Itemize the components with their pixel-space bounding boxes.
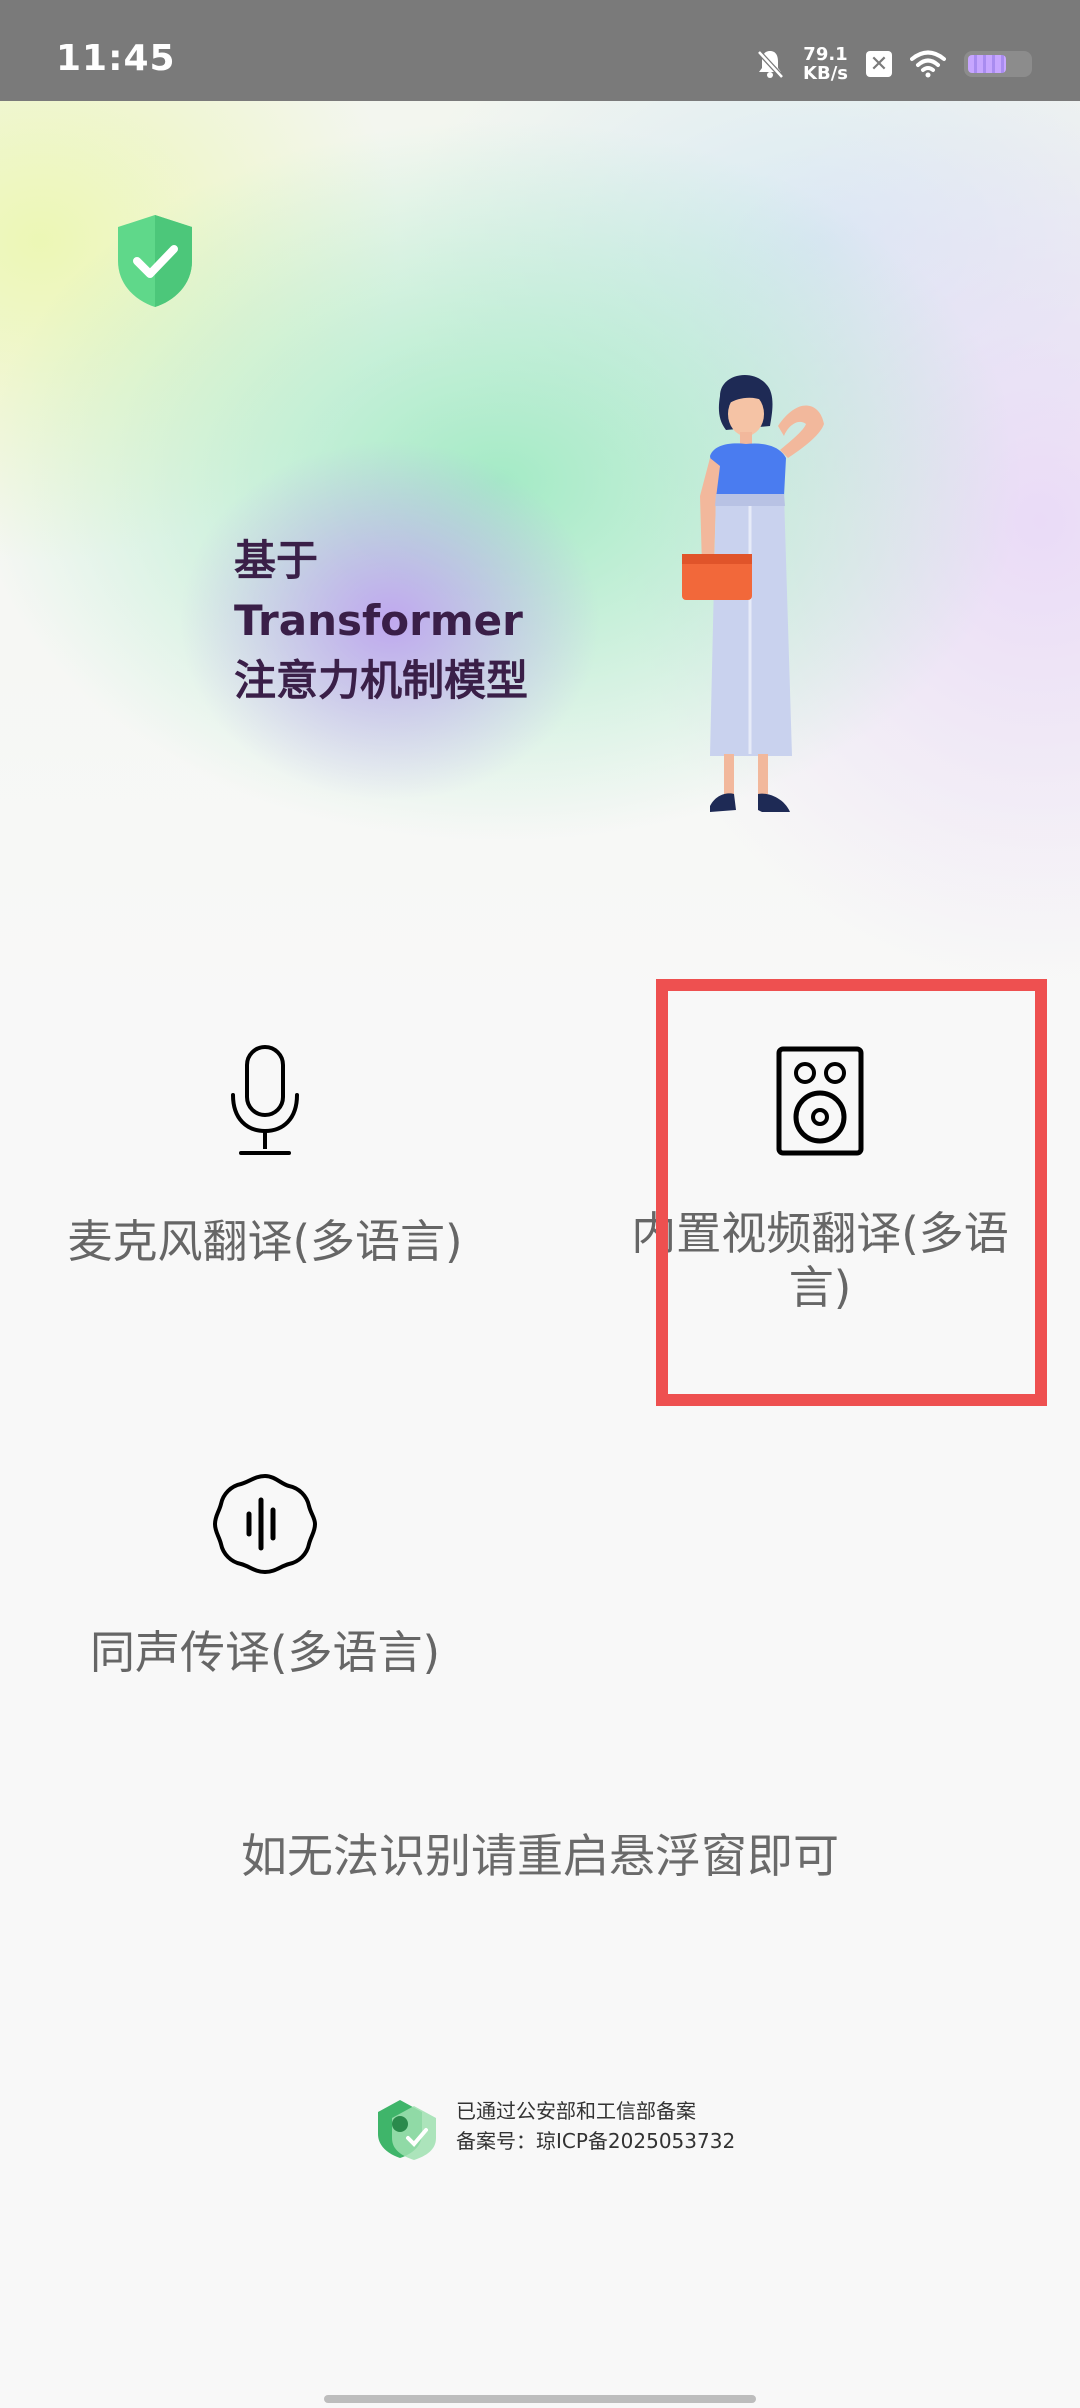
hero-title-line: 基于 xyxy=(234,536,319,585)
video-translation-label: 内置视频翻译(多语言) xyxy=(631,1207,1009,1314)
simultaneous-interpretation-label: 同声传译(多语言) xyxy=(89,1626,441,1679)
filing-badge-icon xyxy=(378,2100,436,2160)
home-indicator[interactable] xyxy=(324,2395,756,2403)
hero-title-line: 注意力机制模型 xyxy=(234,656,529,705)
battery-icon xyxy=(964,51,1032,77)
shield-check-icon xyxy=(118,215,192,307)
network-speed: 79.1 KB/s xyxy=(803,45,848,83)
mic-translation-label: 麦克风翻译(多语言) xyxy=(67,1215,463,1268)
woman-illustration xyxy=(682,374,824,812)
hero-title-line: Transformer xyxy=(234,596,523,645)
mic-translation-button[interactable]: 麦克风翻译(多语言) xyxy=(40,1043,490,1269)
sound-wave-badge-icon xyxy=(212,1473,318,1575)
restart-hint: 如无法识别请重启悬浮窗即可 xyxy=(241,1829,839,1883)
microphone-icon xyxy=(231,1045,299,1155)
filing-info: 已通过公安部和工信部备案 备案号：琼ICP备2025053732 xyxy=(370,2090,735,2162)
filing-text: 已通过公安部和工信部备案 备案号：琼ICP备2025053732 xyxy=(456,2096,735,2156)
x-box-icon: ✕ xyxy=(866,51,892,77)
status-icons: 79.1 KB/s ✕ xyxy=(755,34,1032,94)
bell-off-icon xyxy=(757,50,784,79)
hero-banner: 基于 Transformer 注意力机制模型 xyxy=(0,101,1080,1041)
network-speed-unit: KB/s xyxy=(803,63,848,84)
video-translation-button[interactable]: 内置视频翻译(多语言) xyxy=(600,1045,1040,1315)
filing-line-1: 已通过公安部和工信部备案 xyxy=(456,2099,696,2123)
simultaneous-interpretation-button[interactable]: 同声传译(多语言) xyxy=(40,1470,490,1680)
hero-title: 基于 Transformer 注意力机制模型 xyxy=(234,531,528,711)
status-time: 11:45 xyxy=(56,38,176,79)
network-speed-value: 79.1 xyxy=(803,44,848,65)
wifi-icon xyxy=(910,50,946,78)
filing-line-2: 备案号：琼ICP备2025053732 xyxy=(456,2129,736,2153)
speaker-icon xyxy=(776,1046,864,1156)
status-bar: 11:45 79.1 KB/s ✕ xyxy=(0,0,1080,101)
